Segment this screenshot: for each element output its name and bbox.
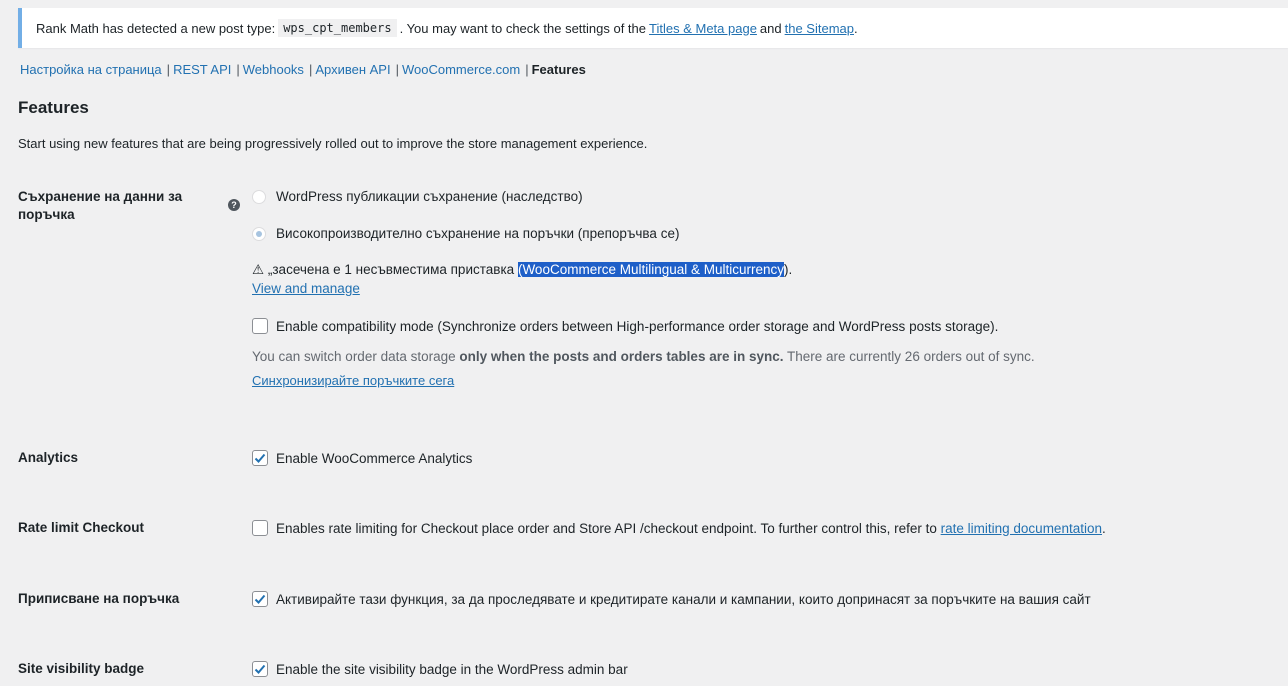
rate-limit-option-label: Enables rate limiting for Checkout place… [276,520,937,536]
attribution-option-label: Активирайте тази функция, за да проследя… [276,591,1091,607]
rate-limit-label: Rate limit Checkout [18,520,145,535]
attribution-label: Приписване на поръчка [18,591,180,606]
hpos-storage-label: Високопроизводително съхранение на поръч… [276,226,680,241]
page-title: Features [18,98,89,117]
legacy-storage-label: WordPress публикации съхранение (наследс… [276,189,583,204]
hpos-storage-radio[interactable] [252,226,266,241]
legacy-storage-option[interactable]: WordPress публикации съхранение (наследс… [252,189,583,204]
subnav-page-setup[interactable]: Настройка на страница [20,62,162,77]
rank-math-notice: Rank Math has detected a new post type: … [18,8,1288,48]
warning-plugin-name: WooCommerce Multilingual & Multicurrency [522,262,785,277]
notice-post-type-code: wps_cpt_members [278,19,397,37]
legacy-storage-radio[interactable] [252,189,266,204]
analytics-checkbox[interactable] [252,450,268,466]
rate-limit-end: . [1101,520,1106,536]
analytics-option[interactable]: Enable WooCommerce Analytics [252,450,472,466]
warning-text: „засечена е 1 несъвместима приставка [267,262,515,277]
titles-meta-link[interactable]: Titles & Meta page [649,21,757,36]
page-description: Start using new features that are being … [18,136,648,151]
warning-plugin-close: ). [784,262,793,277]
site-visibility-label: Site visibility badge [18,661,145,676]
rate-limit-docs-link[interactable]: rate limiting documentation [941,521,1102,536]
analytics-label: Analytics [18,450,79,465]
view-manage-link[interactable]: View and manage [252,279,792,298]
analytics-option-label: Enable WooCommerce Analytics [276,450,473,466]
rate-limit-option[interactable]: Enables rate limiting for Checkout place… [252,520,1106,536]
attribution-checkbox[interactable] [252,591,268,607]
checkmark-icon [254,453,266,463]
subnav-separator: | [525,62,529,77]
notice-text-middle: . You may want to check the settings of … [399,20,647,36]
site-visibility-option-label: Enable the site visibility badge in the … [276,661,628,677]
notice-and: and [759,20,782,36]
hpos-storage-option[interactable]: Високопроизводително съхранение на поръч… [252,226,679,241]
rate-limit-checkbox[interactable] [252,520,268,536]
subnav-webhooks[interactable]: Webhooks [243,62,304,77]
attribution-option[interactable]: Активирайте тази функция, за да проследя… [252,591,1091,607]
sync-note-bold: only when the posts and orders tables ar… [459,349,784,364]
subnav-rest-api[interactable]: REST API [173,62,231,77]
compat-mode-checkbox[interactable] [252,318,268,334]
checkmark-icon [254,594,266,604]
warning-icon: ⚠ [252,262,265,277]
settings-subnav: Настройка на страница | REST API | Webho… [20,62,586,77]
sync-orders-link[interactable]: Синхронизирайте поръчките сега [252,373,454,388]
warning-plugin-highlight: (WooCommerce Multilingual & Multicurrenc… [517,262,785,277]
subnav-separator: | [395,62,399,77]
subnav-separator: | [236,62,240,77]
sync-note-after: There are currently 26 orders out of syn… [787,349,1035,364]
order-storage-label: Съхранение на данни за поръчка [18,189,183,222]
checkmark-icon [254,664,266,674]
notice-end: . [854,20,858,36]
subnav-woocommerce-com[interactable]: WooCommerce.com [402,62,520,77]
site-visibility-option[interactable]: Enable the site visibility badge in the … [252,661,628,677]
help-icon[interactable]: ? [228,199,240,211]
compat-mode-option[interactable]: Enable compatibility mode (Synchronize o… [252,318,998,334]
incompatible-plugin-warning: ⚠ „засечена е 1 несъвместима приставка (… [252,260,792,298]
notice-text-before: Rank Math has detected a new post type: [36,20,276,36]
site-visibility-checkbox[interactable] [252,661,268,677]
subnav-separator: | [308,62,313,77]
compat-mode-label: Enable compatibility mode (Synchronize o… [276,318,999,334]
sync-note-before: You can switch order data storage [252,349,456,364]
subnav-legacy-api[interactable]: Архивен API [315,62,390,77]
subnav-features-current: Features [531,62,586,77]
subnav-separator: | [166,62,171,77]
sync-note: You can switch order data storage only w… [252,349,1035,364]
sitemap-link[interactable]: the Sitemap [785,21,854,36]
